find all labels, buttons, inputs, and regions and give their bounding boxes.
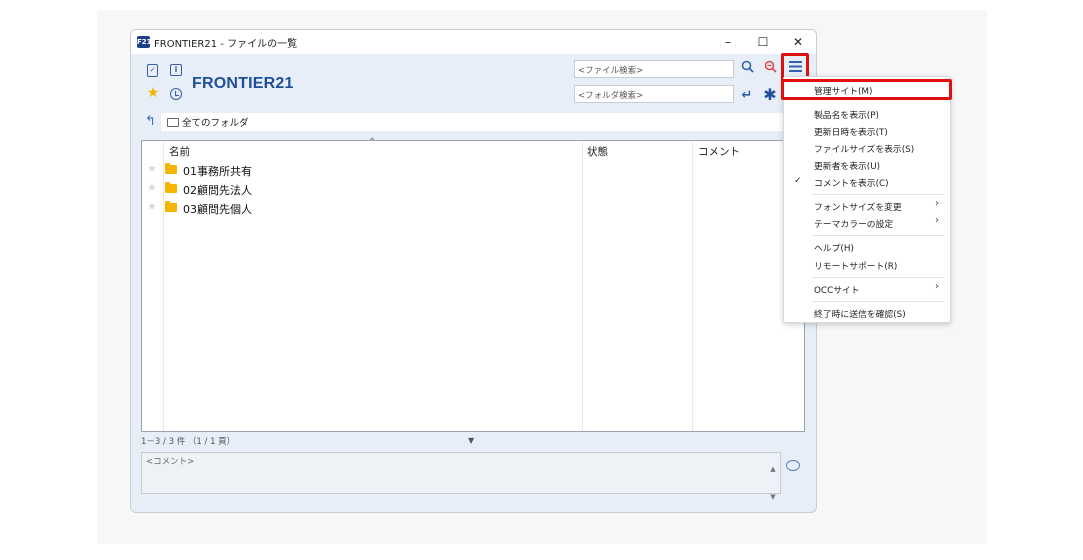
- asterisk-button[interactable]: ✱: [761, 86, 779, 104]
- clear-search-button[interactable]: [761, 60, 779, 78]
- folder-outline-icon: [167, 118, 179, 127]
- enter-arrow-icon: ↵: [741, 88, 753, 103]
- column-header-status[interactable]: 状態: [587, 144, 608, 159]
- maximize-button[interactable]: ☐: [749, 32, 777, 52]
- app-window: F21 FRONTIER21 - ファイルの一覧 – ☐ ✕ ✓ i ★ FRO…: [130, 29, 817, 513]
- checkmark-icon: ✓: [794, 176, 802, 186]
- submenu-arrow-icon: ›: [935, 281, 939, 292]
- favorite-star-icon[interactable]: ★: [147, 162, 157, 175]
- column-header-name[interactable]: 名前: [169, 144, 190, 159]
- item-count-status: 1－3 / 3 件 （1 / 1 頁）: [141, 437, 236, 447]
- window-title: FRONTIER21 - ファイルの一覧: [154, 39, 298, 50]
- folder-search-input[interactable]: <フォルダ検索>: [574, 85, 734, 103]
- enter-button[interactable]: ↵: [738, 87, 756, 105]
- favorite-star-icon[interactable]: ★: [147, 181, 157, 194]
- app-logo-icon: F21: [137, 36, 152, 48]
- favorite-star-icon[interactable]: ★: [147, 200, 157, 213]
- comment-scrollbar[interactable]: ▲ ▼: [768, 455, 778, 511]
- path-bar: ↰ 全てのフォルダ: [141, 113, 801, 131]
- minimize-button[interactable]: –: [714, 32, 742, 52]
- list-item[interactable]: ★ 01事務所共有: [142, 161, 582, 180]
- comment-placeholder: <コメント>: [146, 457, 195, 467]
- menu-item-font-size[interactable]: フォントサイズを変更: [814, 200, 902, 213]
- menu-item-show-updated-time[interactable]: 更新日時を表示(T): [814, 125, 888, 138]
- menu-separator: [812, 277, 944, 278]
- folder-icon: [165, 163, 177, 174]
- folder-name: 01事務所共有: [183, 165, 252, 178]
- list-item[interactable]: ★ 02顧問先法人: [142, 180, 582, 199]
- menu-item-show-comment[interactable]: コメントを表示(C): [814, 176, 889, 189]
- asterisk-icon: ✱: [763, 85, 777, 104]
- folder-icon: [165, 182, 177, 193]
- clear-search-icon: [764, 60, 777, 73]
- folder-icon: [165, 201, 177, 212]
- title-bar: F21 FRONTIER21 - ファイルの一覧 – ☐ ✕: [131, 30, 816, 54]
- submenu-arrow-icon: ›: [935, 215, 939, 226]
- menu-separator: [812, 301, 944, 302]
- folder-name: 02顧問先法人: [183, 184, 252, 197]
- info-icon[interactable]: i: [170, 64, 182, 76]
- list-item[interactable]: ★ 03顧問先個人: [142, 199, 582, 218]
- back-arrow-icon[interactable]: ↰: [145, 114, 156, 129]
- menu-separator: [812, 235, 944, 236]
- document-icon[interactable]: ✓: [147, 64, 158, 77]
- splitter-caret-icon[interactable]: ▼: [468, 436, 474, 445]
- column-divider: [692, 141, 693, 431]
- history-clock-icon[interactable]: [170, 88, 182, 100]
- menu-item-remote-support[interactable]: リモートサポート(R): [814, 259, 897, 272]
- close-button[interactable]: ✕: [784, 32, 812, 52]
- favorites-star-icon[interactable]: ★: [146, 86, 160, 100]
- comment-bubble-icon[interactable]: [786, 460, 800, 471]
- path-field[interactable]: [161, 113, 801, 131]
- screen: F21 FRONTIER21 - ファイルの一覧 – ☐ ✕ ✓ i ★ FRO…: [0, 0, 1083, 560]
- current-folder-label: 全てのフォルダ: [182, 118, 249, 129]
- file-list: ⌃ 名前 状態 コメント ★ 01事務所共有 ★ 02顧問先法人 ★ 03顧問先…: [141, 137, 805, 432]
- folder-name: 03顧問先個人: [183, 203, 252, 216]
- menu-item-show-updater[interactable]: 更新者を表示(U): [814, 159, 880, 172]
- search-icon: [741, 60, 754, 73]
- main-menu: 管理サイト(M) 製品名を表示(P) 更新日時を表示(T) ファイルサイズを表示…: [783, 76, 951, 323]
- menu-item-show-file-size[interactable]: ファイルサイズを表示(S): [814, 142, 914, 155]
- submenu-arrow-icon: ›: [935, 198, 939, 209]
- menu-item-help[interactable]: ヘルプ(H): [814, 241, 854, 254]
- column-header-comment[interactable]: コメント: [698, 144, 740, 159]
- column-divider: [582, 141, 583, 431]
- menu-item-confirm-send-on-exit[interactable]: 終了時に送信を確認(S): [814, 307, 906, 320]
- file-search-input[interactable]: <ファイル検索>: [574, 60, 734, 78]
- menu-item-occ-site[interactable]: OCCサイト: [814, 283, 860, 296]
- search-button[interactable]: [738, 60, 756, 78]
- brand-title: FRONTIER21: [192, 75, 294, 92]
- menu-item-show-product-name[interactable]: 製品名を表示(P): [814, 108, 879, 121]
- sort-ascending-icon: ⌃: [368, 137, 377, 148]
- comment-input[interactable]: <コメント>: [141, 452, 781, 494]
- current-folder[interactable]: 全てのフォルダ: [167, 115, 249, 129]
- menu-separator: [812, 194, 944, 195]
- menu-item-theme-color[interactable]: テーマカラーの設定: [814, 217, 893, 230]
- admin-site-highlight: [781, 79, 952, 100]
